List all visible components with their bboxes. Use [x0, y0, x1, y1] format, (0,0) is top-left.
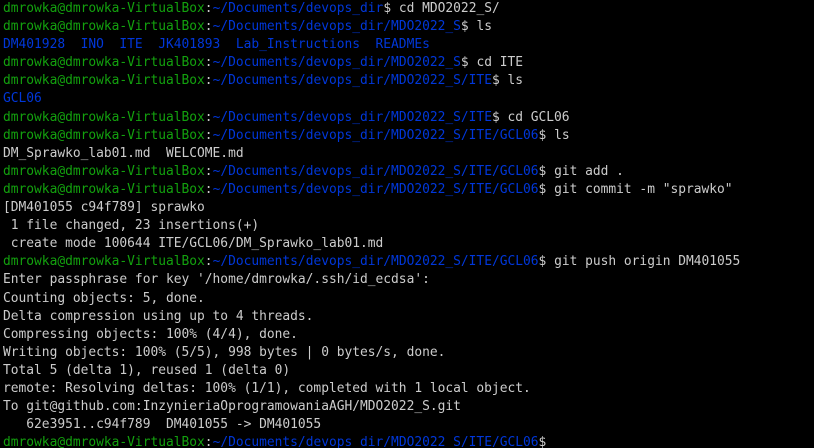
- output-line: 1 file changed, 23 insertions(+): [3, 218, 260, 234]
- output-line: remote: Resolving deltas: 100% (1/1), co…: [3, 380, 531, 396]
- prompt-separator: :: [204, 73, 213, 89]
- prompt-line: dmrowka@dmrowka-VirtualBox:~/Documents/d…: [3, 109, 814, 127]
- command-text: cd ITE: [476, 55, 524, 71]
- output-line: Compressing objects: 100% (4/4), done.: [3, 326, 298, 342]
- prompt-separator: :: [204, 163, 213, 179]
- prompt-symbol: $: [538, 435, 555, 448]
- output-line: To git@github.com:InzynieriaOprogramowan…: [3, 399, 461, 415]
- prompt-line: dmrowka@dmrowka-VirtualBox:~/Documents/d…: [3, 54, 814, 72]
- output-line: Total 5 (delta 1), reused 1 (delta 0): [3, 362, 291, 378]
- prompt-separator: :: [204, 109, 213, 125]
- output-line: Enter passphrase for key '/home/dmrowka/…: [3, 272, 430, 288]
- prompt-line: dmrowka@dmrowka-VirtualBox:~/Documents/d…: [3, 163, 814, 181]
- prompt-user: dmrowka@dmrowka-VirtualBox: [3, 254, 205, 270]
- prompt-symbol: $: [460, 19, 477, 35]
- prompt-path: ~/Documents/devops_dir/MDO2022_S/ITE/GCL…: [212, 127, 539, 143]
- prompt-symbol: $: [538, 127, 555, 143]
- prompt-separator: :: [204, 254, 213, 270]
- command-text: git push origin DM401055: [554, 254, 741, 270]
- command-text: cd GCL06: [507, 109, 570, 125]
- command-text: cd MDO2022_S/: [398, 1, 500, 16]
- prompt-path: ~/Documents/devops_dir/MDO2022_S/ITE: [212, 109, 492, 125]
- prompt-line: dmrowka@dmrowka-VirtualBox:~/Documents/d…: [3, 181, 814, 199]
- prompt-line: dmrowka@dmrowka-VirtualBox:~/Documents/d…: [3, 0, 814, 18]
- prompt-user: dmrowka@dmrowka-VirtualBox: [3, 109, 205, 125]
- command-text: git commit -m "sprawko": [554, 181, 733, 197]
- prompt-symbol: $: [538, 254, 555, 270]
- directory-listing: GCL06: [3, 91, 42, 107]
- output-line: [DM401055 c94f789] sprawko: [3, 200, 205, 216]
- prompt-user: dmrowka@dmrowka-VirtualBox: [3, 181, 205, 197]
- prompt-user: dmrowka@dmrowka-VirtualBox: [3, 73, 205, 89]
- output-line: DM_Sprawko_lab01.md WELCOME.md: [3, 145, 244, 161]
- output-line: Delta compression using up to 4 threads.: [3, 308, 314, 324]
- prompt-line: dmrowka@dmrowka-VirtualBox:~/Documents/d…: [3, 72, 814, 90]
- prompt-separator: :: [204, 435, 213, 448]
- prompt-path: ~/Documents/devops_dir: [212, 1, 384, 16]
- prompt-separator: :: [204, 1, 213, 16]
- prompt-symbol: $: [383, 1, 399, 16]
- prompt-path: ~/Documents/devops_dir/MDO2022_S/ITE/GCL…: [212, 163, 539, 179]
- command-text: ls: [507, 73, 524, 89]
- prompt-path: ~/Documents/devops_dir/MDO2022_S: [212, 19, 461, 35]
- command-text: ls: [476, 19, 492, 35]
- prompt-line: dmrowka@dmrowka-VirtualBox:~/Documents/d…: [3, 18, 814, 36]
- prompt-user: dmrowka@dmrowka-VirtualBox: [3, 55, 205, 71]
- prompt-separator: :: [204, 181, 213, 197]
- prompt-symbol: $: [491, 109, 508, 125]
- prompt-path: ~/Documents/devops_dir/MDO2022_S/ITE: [212, 73, 492, 89]
- command-text: git add .: [554, 163, 624, 179]
- prompt-symbol: $: [491, 73, 508, 89]
- prompt-path: ~/Documents/devops_dir/MDO2022_S/ITE/GCL…: [212, 254, 539, 270]
- prompt-separator: :: [204, 19, 213, 35]
- prompt-line: dmrowka@dmrowka-VirtualBox:~/Documents/d…: [3, 434, 814, 448]
- directory-listing: DM401928 INO ITE JK401893 Lab_Instructio…: [3, 37, 430, 53]
- output-line: Counting objects: 5, done.: [3, 290, 205, 306]
- output-line: Writing objects: 100% (5/5), 998 bytes |…: [3, 344, 446, 360]
- terminal-output: dmrowka@dmrowka-VirtualBox:~/Documents/d…: [3, 0, 814, 448]
- prompt-separator: :: [204, 55, 213, 71]
- prompt-line: dmrowka@dmrowka-VirtualBox:~/Documents/d…: [3, 253, 814, 271]
- prompt-user: dmrowka@dmrowka-VirtualBox: [3, 127, 205, 143]
- prompt-symbol: $: [538, 163, 555, 179]
- prompt-line: dmrowka@dmrowka-VirtualBox:~/Documents/d…: [3, 127, 814, 145]
- prompt-user: dmrowka@dmrowka-VirtualBox: [3, 19, 205, 35]
- prompt-path: ~/Documents/devops_dir/MDO2022_S/ITE/GCL…: [212, 435, 539, 448]
- prompt-symbol: $: [460, 55, 477, 71]
- output-line: create mode 100644 ITE/GCL06/DM_Sprawko_…: [3, 236, 384, 252]
- prompt-user: dmrowka@dmrowka-VirtualBox: [3, 1, 205, 16]
- prompt-user: dmrowka@dmrowka-VirtualBox: [3, 435, 205, 448]
- prompt-path: ~/Documents/devops_dir/MDO2022_S/ITE/GCL…: [212, 181, 539, 197]
- prompt-symbol: $: [538, 181, 555, 197]
- command-text: ls: [554, 127, 570, 143]
- output-line: 62e3951..c94f789 DM401055 -> DM401055: [3, 417, 322, 433]
- terminal-window[interactable]: dmrowka@dmrowka-VirtualBox:~/Documents/d…: [0, 0, 814, 448]
- prompt-path: ~/Documents/devops_dir/MDO2022_S: [212, 55, 461, 71]
- prompt-separator: :: [204, 127, 213, 143]
- prompt-user: dmrowka@dmrowka-VirtualBox: [3, 163, 205, 179]
